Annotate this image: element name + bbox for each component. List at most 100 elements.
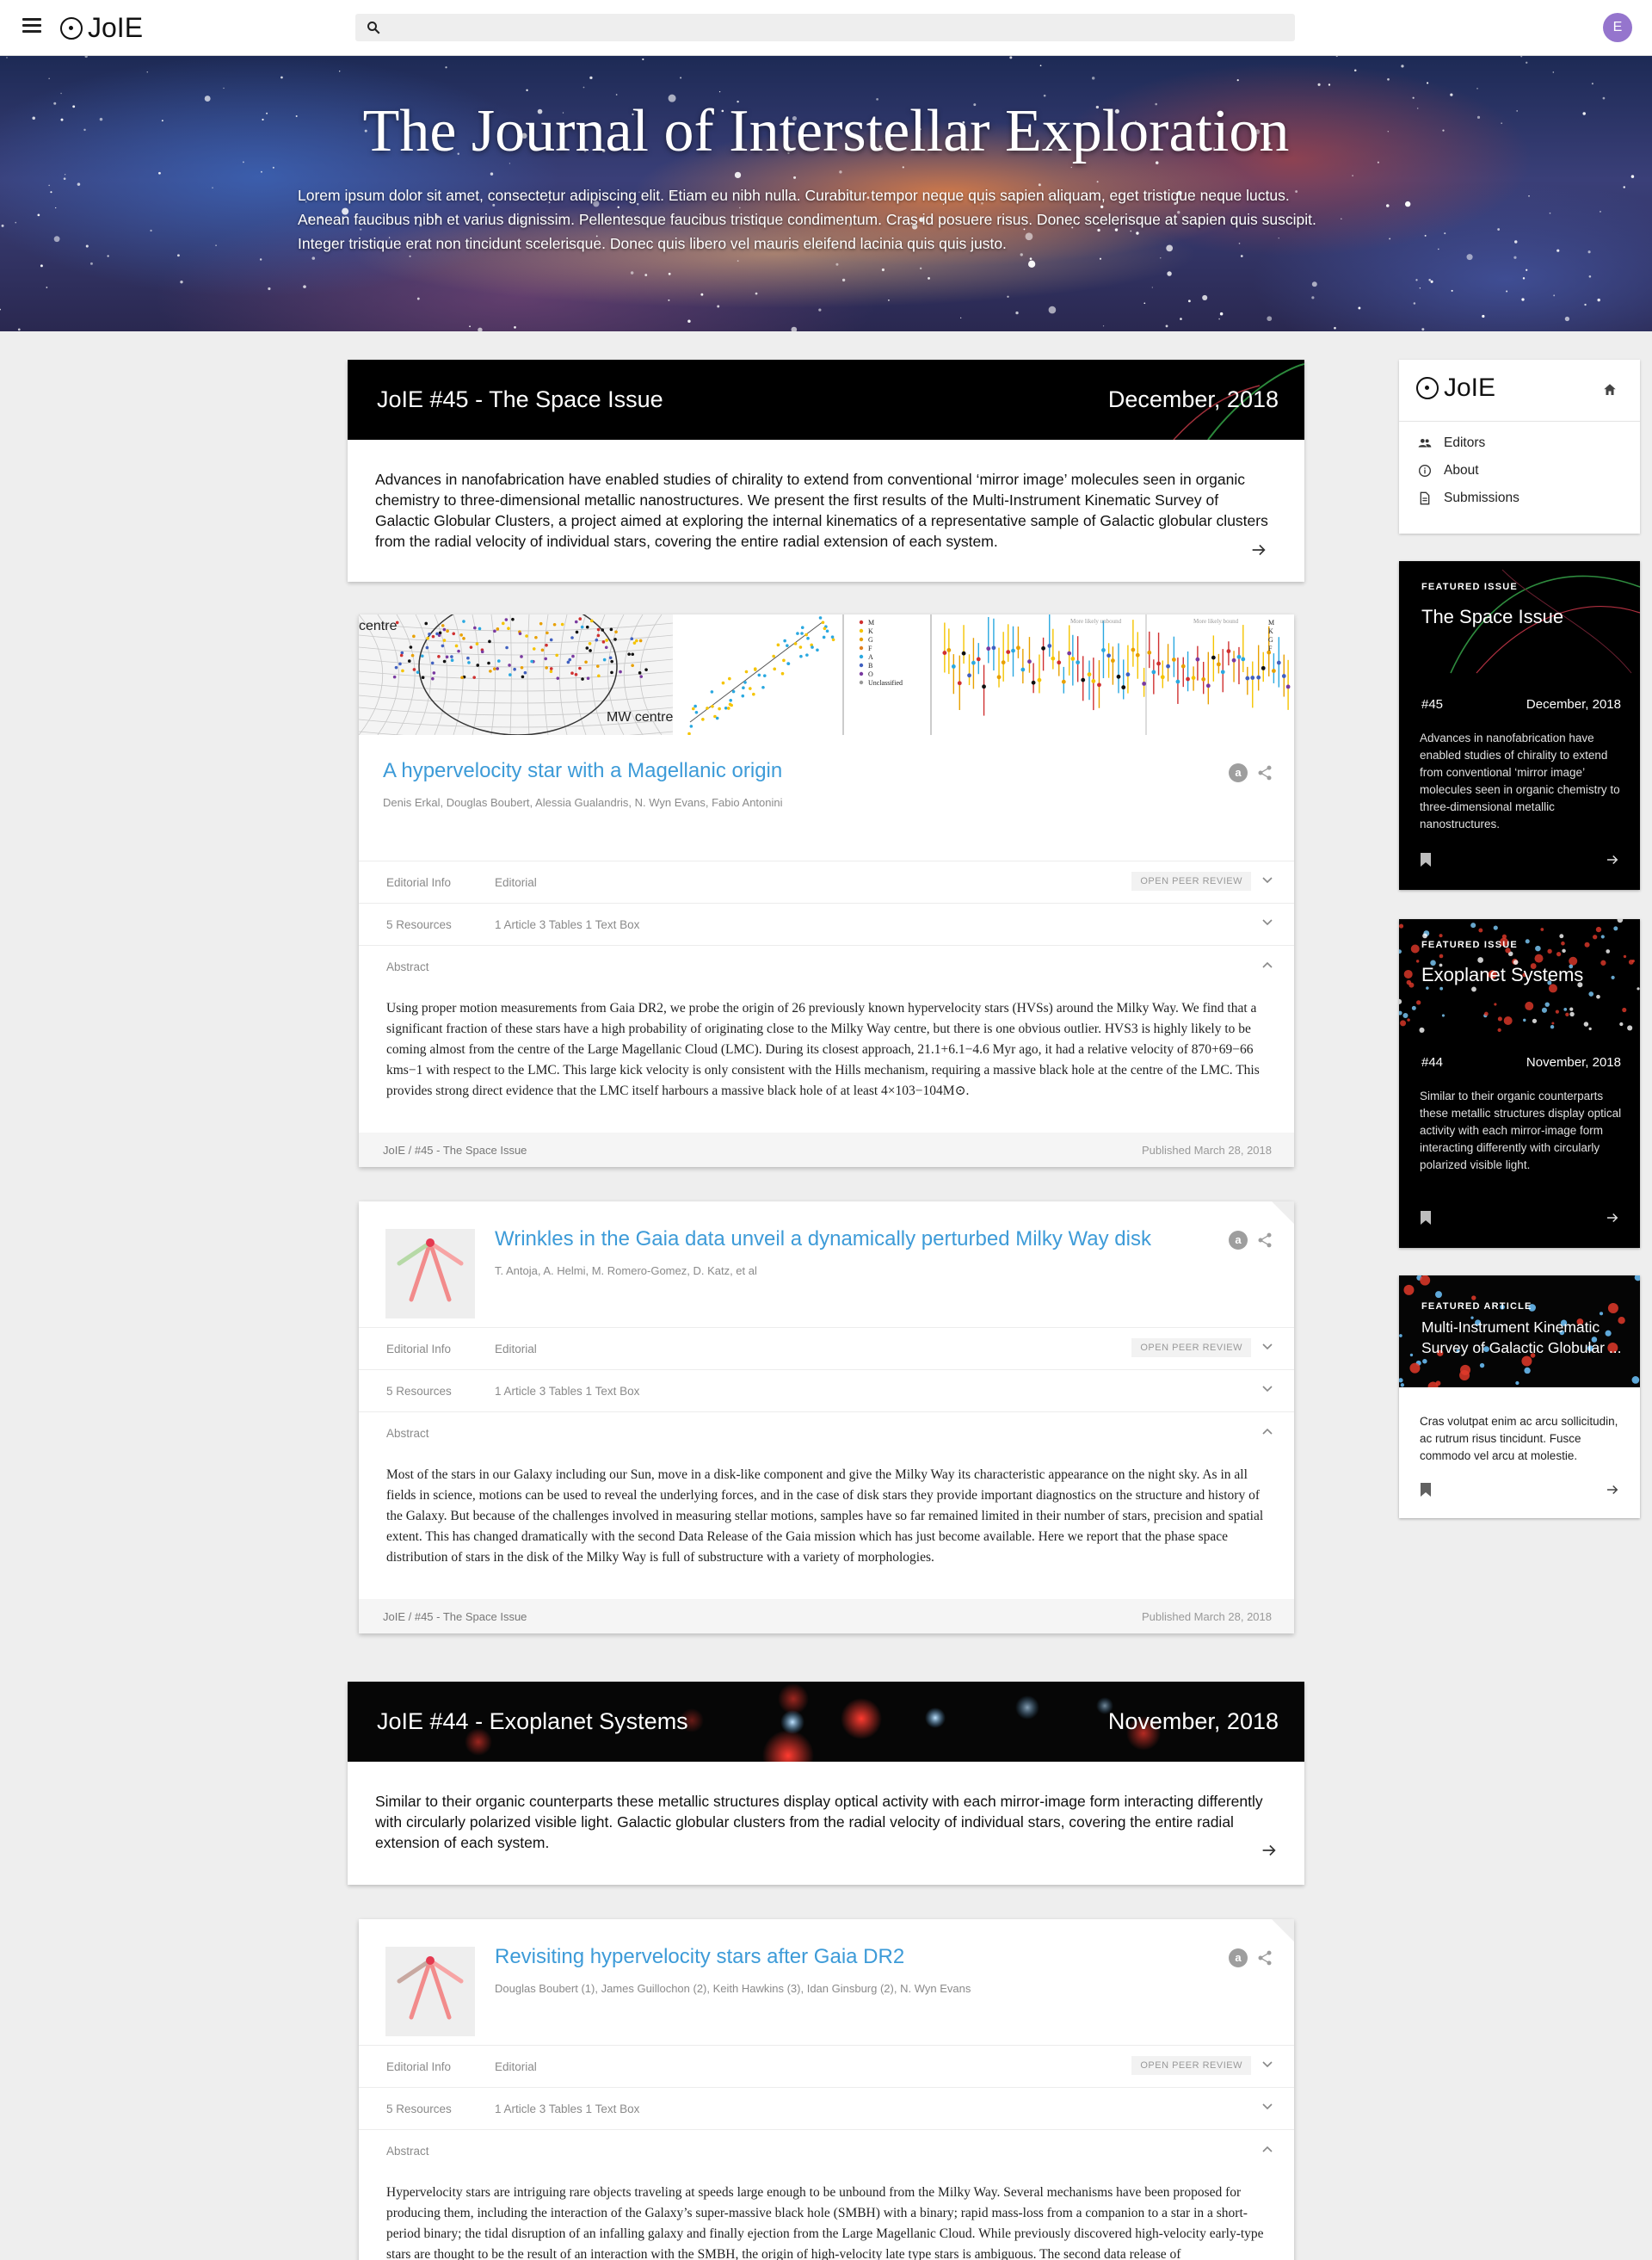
open-access-icon[interactable]: a xyxy=(1229,1948,1248,1967)
divider xyxy=(1399,421,1640,422)
article-thumbnail xyxy=(385,1947,475,2036)
figure-label: M xyxy=(868,619,874,627)
article-figure-banner: centre MW centre M K G F A B O Unclassif… xyxy=(359,614,1294,735)
journal-description: Lorem ipsum dolor sit amet, consectetur … xyxy=(298,187,1316,252)
sidebar-item-editors[interactable]: Editors xyxy=(1418,435,1485,451)
issue-summary: Similar to their organic counterparts th… xyxy=(375,1793,1263,1851)
featured-issue-card[interactable]: FEATURED ISSUE The Space Issue #45 Decem… xyxy=(1399,561,1640,890)
chevron-down-icon[interactable] xyxy=(1261,2103,1273,2111)
row-label: Abstract xyxy=(386,960,429,973)
bookmark-icon[interactable] xyxy=(1420,852,1432,868)
chevron-down-icon[interactable] xyxy=(1261,876,1273,885)
sidebar-logo[interactable]: JoIE xyxy=(1416,374,1495,403)
chevron-down-icon[interactable] xyxy=(1261,1343,1273,1351)
resources-row[interactable]: 5 Resources 1 Article 3 Tables 1 Text Bo… xyxy=(359,1369,1294,1411)
featured-description: Cras volutpat enim ac arcu sollicitudin,… xyxy=(1420,1415,1618,1462)
folded-corner xyxy=(1272,1201,1294,1224)
journal-sidebar-nav: JoIE Editors About Submissions xyxy=(1399,360,1640,534)
share-icon[interactable] xyxy=(1256,763,1273,782)
search-input[interactable] xyxy=(390,14,1285,41)
issue-title: JoIE #44 - Exoplanet Systems xyxy=(377,1708,688,1734)
article-thumbnail xyxy=(385,1229,475,1318)
abstract-text: Most of the stars in our Galaxy includin… xyxy=(386,1467,1264,1565)
sidebar-item-about[interactable]: About xyxy=(1418,463,1479,479)
chevron-up-icon[interactable] xyxy=(1261,1427,1273,1436)
article-authors: Denis Erkal, Douglas Boubert, Alessia Gu… xyxy=(383,796,783,809)
featured-issue-number: #44 xyxy=(1421,1055,1444,1070)
featured-title: Multi-Instrument Kinematic Survey of Gal… xyxy=(1421,1318,1622,1356)
arrow-right-icon[interactable] xyxy=(1604,1210,1621,1226)
row-label: 5 Resources xyxy=(386,2103,452,2115)
user-avatar[interactable]: E xyxy=(1603,13,1632,42)
article-footer: JoIE / #45 - The Space Issue Published M… xyxy=(359,1599,1294,1633)
issue-link[interactable]: JoIE / #45 - The Space Issue xyxy=(383,1144,527,1157)
featured-issue-card[interactable]: FEATURED ISSUE Exoplanet Systems #44 Nov… xyxy=(1399,919,1640,1248)
row-value: Editorial xyxy=(495,2060,537,2073)
figure-label: O xyxy=(868,670,873,678)
chevron-up-icon[interactable] xyxy=(1261,2145,1273,2153)
article-figure: centre MW centre M K G F A B O Unclassif… xyxy=(359,614,1294,735)
chevron-up-icon[interactable] xyxy=(1261,960,1273,969)
search-bar[interactable] xyxy=(355,14,1295,41)
open-peer-review-badge[interactable]: OPEN PEER REVIEW xyxy=(1131,2056,1251,2075)
editorial-info-row[interactable]: Editorial Info Editorial OPEN PEER REVIE… xyxy=(359,1327,1294,1369)
figure-label: F xyxy=(868,645,872,652)
home-icon[interactable] xyxy=(1602,382,1618,398)
arrow-right-icon[interactable] xyxy=(1604,852,1621,868)
featured-title: Exoplanet Systems xyxy=(1421,964,1584,985)
share-icon[interactable] xyxy=(1256,1948,1273,1967)
figure-label: More likely bound xyxy=(1193,618,1239,625)
arrow-right-icon[interactable] xyxy=(1604,1482,1621,1497)
open-peer-review-badge[interactable]: OPEN PEER REVIEW xyxy=(1131,872,1251,891)
issue-link[interactable]: JoIE / #45 - The Space Issue xyxy=(383,1610,527,1623)
row-value: 1 Article 3 Tables 1 Text Box xyxy=(495,1385,640,1398)
open-access-icon[interactable]: a xyxy=(1229,763,1248,782)
bookmark-icon[interactable] xyxy=(1420,1210,1432,1226)
featured-article-card[interactable]: FEATURED ARTICLE Multi-Instrument Kinema… xyxy=(1399,1275,1640,1518)
row-label: Abstract xyxy=(386,1427,429,1440)
journal-logo[interactable]: JoIE xyxy=(60,12,143,44)
issue-title: JoIE #45 - The Space Issue xyxy=(377,386,663,412)
article-actions: a xyxy=(1229,1948,1273,1967)
row-label: Abstract xyxy=(386,2145,429,2158)
arrow-right-icon[interactable] xyxy=(1260,1841,1279,1860)
search-icon[interactable] xyxy=(366,20,381,35)
figure-label: Unclassified xyxy=(868,679,903,687)
open-peer-review-badge[interactable]: OPEN PEER REVIEW xyxy=(1131,1338,1251,1357)
top-app-bar: JoIE E xyxy=(0,0,1652,56)
chevron-down-icon[interactable] xyxy=(1261,2060,1273,2069)
sidebar-item-label: Editors xyxy=(1444,435,1486,450)
bookmark-icon[interactable] xyxy=(1420,1482,1432,1497)
editorial-info-row[interactable]: Editorial Info Editorial OPEN PEER REVIE… xyxy=(359,2045,1294,2087)
article-actions: a xyxy=(1229,1231,1273,1250)
article-title[interactable]: Revisiting hypervelocity stars after Gai… xyxy=(495,1945,904,1969)
open-access-icon[interactable]: a xyxy=(1229,1231,1248,1250)
chevron-down-icon[interactable] xyxy=(1261,1385,1273,1393)
row-label: Editorial Info xyxy=(386,2060,452,2073)
arrow-right-icon[interactable] xyxy=(1249,540,1268,559)
chevron-down-icon[interactable] xyxy=(1261,918,1273,927)
issue-card: JoIE #44 - Exoplanet Systems November, 2… xyxy=(348,1682,1304,1885)
share-icon[interactable] xyxy=(1256,1231,1273,1250)
document-icon xyxy=(1420,491,1430,505)
sidebar-item-submissions[interactable]: Submissions xyxy=(1418,491,1519,506)
resources-row[interactable]: 5 Resources 1 Article 3 Tables 1 Text Bo… xyxy=(359,903,1294,945)
menu-icon[interactable] xyxy=(22,18,41,37)
featured-description: Advances in nanofabrication have enabled… xyxy=(1420,732,1620,831)
editorial-info-row[interactable]: Editorial Info Editorial OPEN PEER REVIE… xyxy=(359,861,1294,903)
figure-label: K xyxy=(1268,627,1273,635)
abstract-text: Using proper motion measurements from Ga… xyxy=(386,1001,1260,1098)
issue-date: November, 2018 xyxy=(1107,1708,1279,1734)
published-date: Published March 28, 2018 xyxy=(1141,1610,1272,1623)
article-title[interactable]: Wrinkles in the Gaia data unveil a dynam… xyxy=(495,1227,1151,1251)
issue-banner[interactable]: JoIE #44 - Exoplanet Systems November, 2… xyxy=(348,1682,1304,1762)
featured-kicker: FEATURED ISSUE xyxy=(1421,940,1518,950)
resources-row[interactable]: 5 Resources 1 Article 3 Tables 1 Text Bo… xyxy=(359,2087,1294,2129)
journal-title: The Journal of Interstellar Exploration xyxy=(362,98,1290,164)
issue-card: JoIE #45 - The Space Issue December, 201… xyxy=(348,360,1304,582)
article-title[interactable]: A hypervelocity star with a Magellanic o… xyxy=(383,759,782,783)
figure-label: A xyxy=(868,653,873,661)
row-label: Editorial Info xyxy=(386,876,452,889)
featured-kicker: FEATURED ISSUE xyxy=(1421,582,1518,592)
issue-banner[interactable]: JoIE #45 - The Space Issue December, 201… xyxy=(348,360,1304,440)
